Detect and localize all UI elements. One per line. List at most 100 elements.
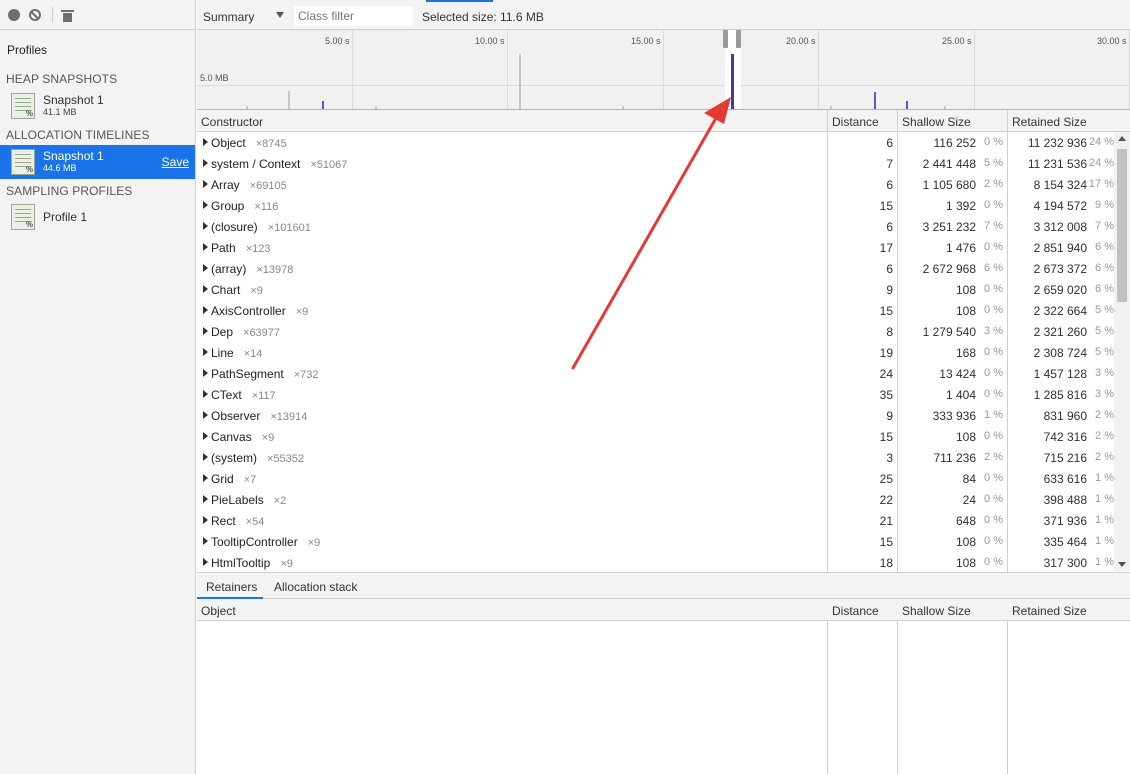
sidebar-item-profile-1[interactable]: Profile 1 — [0, 200, 195, 234]
scroll-thumb[interactable] — [1117, 149, 1127, 302]
table-row[interactable]: Grid ×7 25 84 0 % 633 616 1 % — [197, 468, 1114, 489]
constructor-label: Array — [211, 178, 240, 192]
table-row[interactable]: Group ×116 15 1 392 0 % 4 194 572 9 % — [197, 195, 1114, 216]
table-row[interactable]: HtmlTooltip ×9 18 108 0 % 317 300 1 % — [197, 552, 1114, 571]
column-shallow-size[interactable]: Shallow Size — [902, 115, 971, 129]
table-row[interactable]: (array) ×13978 6 2 672 968 6 % 2 673 372 6 % — [197, 258, 1114, 279]
column-object[interactable]: Object — [201, 604, 236, 618]
scroll-up-icon[interactable] — [1118, 136, 1126, 141]
table-row[interactable]: PathSegment ×732 24 13 424 0 % 1 457 128 3 % — [197, 363, 1114, 384]
expand-triangle-icon[interactable] — [203, 453, 208, 461]
column-retained-size[interactable]: Retained Size — [1012, 115, 1087, 129]
retained-size-percent: 1 % — [1095, 493, 1114, 505]
table-row[interactable]: Observer ×13914 9 333 936 1 % 831 960 2 % — [197, 405, 1114, 426]
timeline-tick: 20.00 s — [786, 36, 816, 46]
table-row[interactable]: AxisController ×9 15 108 0 % 2 322 664 5 % — [197, 300, 1114, 321]
trash-icon[interactable] — [60, 8, 74, 22]
table-scrollbar[interactable] — [1114, 132, 1130, 571]
timeline-tick: 15.00 s — [631, 36, 661, 46]
table-row[interactable]: Object ×8745 6 116 252 0 % 11 232 936 24 % — [197, 132, 1114, 153]
sidebar-item-allocation-snapshot-1[interactable]: Snapshot 1 44.6 MB Save — [0, 145, 195, 179]
retained-size-value: 715 216 — [1043, 451, 1087, 465]
expand-triangle-icon[interactable] — [203, 516, 208, 524]
constructor-name: PieLabels ×2 — [211, 493, 286, 507]
retained-size-percent: 3 % — [1095, 367, 1114, 379]
column-distance[interactable]: Distance — [832, 604, 879, 618]
expand-triangle-icon[interactable] — [203, 159, 208, 167]
column-retained-size[interactable]: Retained Size — [1012, 604, 1087, 618]
expand-triangle-icon[interactable] — [203, 180, 208, 188]
expand-triangle-icon[interactable] — [203, 222, 208, 230]
expand-triangle-icon[interactable] — [203, 264, 208, 272]
sidebar-item-heap-snapshot-1[interactable]: Snapshot 1 41.1 MB — [0, 89, 195, 123]
chevron-down-icon[interactable] — [276, 12, 284, 18]
clear-icon[interactable] — [28, 8, 42, 22]
expand-triangle-icon[interactable] — [203, 537, 208, 545]
selected-size-label: Selected size: 11.6 MB — [422, 10, 544, 24]
expand-triangle-icon[interactable] — [203, 348, 208, 356]
timeline-right-handle[interactable] — [736, 30, 741, 48]
shallow-size-percent: 0 % — [984, 430, 1003, 442]
instance-count: ×732 — [293, 369, 319, 381]
table-row[interactable]: Line ×14 19 168 0 % 2 308 724 5 % — [197, 342, 1114, 363]
expand-triangle-icon[interactable] — [203, 390, 208, 398]
top-toolbar: Summary Selected size: 11.6 MB — [197, 0, 1130, 30]
allocation-bar — [519, 54, 521, 109]
table-row[interactable]: (closure) ×101601 6 3 251 232 7 % 3 312 008 7 … — [197, 216, 1114, 237]
expand-triangle-icon[interactable] — [203, 369, 208, 377]
retained-size-value: 2 673 372 — [1033, 262, 1087, 276]
expand-triangle-icon[interactable] — [203, 306, 208, 314]
tab-allocation-stack[interactable]: Allocation stack — [274, 580, 357, 594]
expand-triangle-icon[interactable] — [203, 432, 208, 440]
expand-triangle-icon[interactable] — [203, 201, 208, 209]
bottom-tab-bar: Retainers Allocation stack — [197, 572, 1130, 599]
constructor-name: Rect ×54 — [211, 514, 264, 528]
instance-count: ×51067 — [310, 159, 348, 171]
shallow-size-percent: 2 % — [984, 451, 1003, 463]
table-row[interactable]: Array ×69105 6 1 105 680 2 % 8 154 324 17 % — [197, 174, 1114, 195]
instance-count: ×54 — [245, 516, 265, 528]
class-filter-input[interactable] — [294, 6, 413, 26]
view-select[interactable]: Summary — [203, 10, 254, 24]
timeline-left-handle[interactable] — [723, 30, 728, 48]
expand-triangle-icon[interactable] — [203, 138, 208, 146]
instance-count: ×101601 — [267, 222, 311, 234]
table-row[interactable]: Rect ×54 21 648 0 % 371 936 1 % — [197, 510, 1114, 531]
table-row[interactable]: PieLabels ×2 22 24 0 % 398 488 1 % — [197, 489, 1114, 510]
allocation-timeline-overview[interactable]: 5.00 s 10.00 s 15.00 s 20.00 s 25.00 s 3… — [197, 30, 1130, 110]
retained-size-value: 2 851 940 — [1033, 241, 1087, 255]
save-link[interactable]: Save — [162, 155, 189, 169]
constructor-name: (closure) ×101601 — [211, 220, 311, 234]
column-constructor[interactable]: Constructor — [201, 115, 263, 129]
scroll-down-icon[interactable] — [1118, 562, 1126, 567]
retained-size-value: 1 457 128 — [1033, 367, 1087, 381]
expand-triangle-icon[interactable] — [203, 558, 208, 566]
retained-size-value: 3 312 008 — [1033, 220, 1087, 234]
record-icon[interactable] — [7, 8, 21, 22]
column-distance[interactable]: Distance — [832, 115, 879, 129]
expand-triangle-icon[interactable] — [203, 243, 208, 251]
table-row[interactable]: Chart ×9 9 108 0 % 2 659 020 6 % — [197, 279, 1114, 300]
shallow-size-percent: 0 % — [984, 514, 1003, 526]
expand-triangle-icon[interactable] — [203, 411, 208, 419]
table-row[interactable]: Dep ×63977 8 1 279 540 3 % 2 321 260 5 % — [197, 321, 1114, 342]
table-row[interactable]: CText ×117 35 1 404 0 % 1 285 816 3 % — [197, 384, 1114, 405]
expand-triangle-icon[interactable] — [203, 327, 208, 335]
expand-triangle-icon[interactable] — [203, 495, 208, 503]
table-row[interactable]: Canvas ×9 15 108 0 % 742 316 2 % — [197, 426, 1114, 447]
shallow-size-percent: 0 % — [984, 535, 1003, 547]
table-row[interactable]: (system) ×55352 3 711 236 2 % 715 216 2 % — [197, 447, 1114, 468]
table-row[interactable]: system / Context ×51067 7 2 441 448 5 % 11 23… — [197, 153, 1114, 174]
retained-size-percent: 2 % — [1095, 430, 1114, 442]
expand-triangle-icon[interactable] — [203, 474, 208, 482]
section-sampling-profiles: SAMPLING PROFILES — [6, 184, 133, 198]
column-shallow-size[interactable]: Shallow Size — [902, 604, 971, 618]
tab-retainers[interactable]: Retainers — [206, 580, 257, 594]
table-row[interactable]: Path ×123 17 1 476 0 % 2 851 940 6 % — [197, 237, 1114, 258]
shallow-size-value: 116 252 — [933, 136, 977, 150]
distance-value: 24 — [879, 367, 893, 381]
shallow-size-percent: 7 % — [984, 220, 1003, 232]
expand-triangle-icon[interactable] — [203, 285, 208, 293]
table-row[interactable]: TooltipController ×9 15 108 0 % 335 464 1 % — [197, 531, 1114, 552]
shallow-size-value: 2 672 968 — [922, 262, 976, 276]
